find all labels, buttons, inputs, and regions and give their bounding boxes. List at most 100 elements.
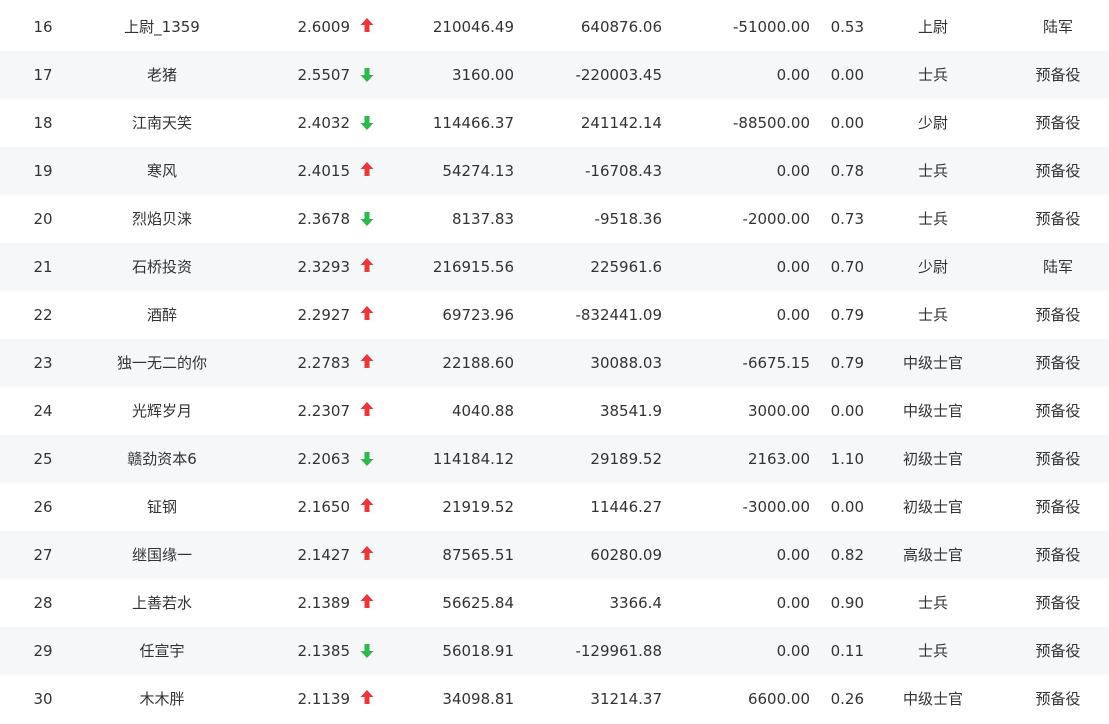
military-rank-cell: 中级士官 [902,354,963,372]
score-cell: 2.1139 [297,690,351,708]
rank-cell: 16 [33,18,53,36]
value-cell-3: -6675.15 [742,354,810,372]
trader-name[interactable]: 继国缘一 [92,531,232,579]
table-row[interactable]: 26 钲钢 2.1650 21919.52 11446.27 -3000.00 0.00 初级… [0,483,1109,531]
table-row[interactable]: 23 独一无二的你 2.2783 22188.60 30088.03 -6675.15 0.… [0,339,1109,387]
score-cell: 2.2063 [297,450,351,468]
table-row[interactable]: 27 继国缘一 2.1427 87565.51 60280.09 0.00 0.82 高级士官… [0,531,1109,579]
table-row[interactable]: 29 任宣宇 2.1385 56018.91 -129961.88 0.00 0.11 士兵 预… [0,627,1109,675]
value-cell-3: 0.00 [776,258,810,276]
table-row[interactable]: 19 寒风 2.4015 54274.13 -16708.43 0.00 0.78 士兵 预备役 [0,147,1109,195]
ratio-cell: 0.00 [830,498,864,516]
rank-cell: 30 [33,690,53,708]
score-cell: 2.3678 [297,210,351,228]
value-cell-1: 69723.96 [442,306,514,324]
value-cell-2: 3366.4 [609,594,663,612]
value-cell-1: 4040.88 [451,402,514,420]
ranking-table: 16 上尉_1359 2.6009 210046.49 640876.06 -51000.… [0,3,1109,723]
trader-name[interactable]: 独一无二的你 [92,339,232,387]
value-cell-2: 225961.6 [590,258,662,276]
rank-cell: 23 [33,354,53,372]
score-cell: 2.2307 [297,402,351,420]
score-cell: 2.5507 [297,66,351,84]
value-cell-3: 0.00 [776,306,810,324]
branch-cell: 预备役 [1035,66,1081,84]
table-row[interactable]: 20 烈焰贝涞 2.3678 8137.83 -9518.36 -2000.00 0.73 士… [0,195,1109,243]
value-cell-1: 114466.37 [432,114,514,132]
trader-name[interactable]: 赣劲资本6 [92,435,232,483]
value-cell-2: 241142.14 [580,114,662,132]
branch-cell: 预备役 [1035,354,1081,372]
ratio-cell: 0.70 [830,258,864,276]
score-cell: 2.1650 [297,498,351,516]
trader-name[interactable]: 老猪 [92,51,232,99]
value-cell-1: 114184.12 [432,450,514,468]
score-cell: 2.1427 [297,546,351,564]
military-rank-cell: 中级士官 [902,690,963,708]
table-row[interactable]: 24 光辉岁月 2.2307 4040.88 38541.9 3000.00 0.00 中级士… [0,387,1109,435]
arrow-up-icon [356,243,378,291]
ratio-cell: 0.00 [830,114,864,132]
value-cell-3: -88500.00 [733,114,810,132]
trader-name[interactable]: 烈焰贝涞 [92,195,232,243]
value-cell-2: 31214.37 [590,690,662,708]
score-cell: 2.4032 [297,114,351,132]
trader-name[interactable]: 上尉_1359 [92,3,232,51]
trader-name[interactable]: 酒醉 [92,291,232,339]
ratio-cell: 0.26 [830,690,864,708]
value-cell-3: -2000.00 [742,210,810,228]
score-cell: 2.4015 [297,162,351,180]
trader-name[interactable]: 任宣宇 [92,627,232,675]
military-rank-cell: 上尉 [917,18,948,36]
arrow-up-icon [356,147,378,195]
branch-cell: 预备役 [1035,450,1081,468]
value-cell-2: -9518.36 [594,210,662,228]
arrow-down-icon [356,51,378,99]
military-rank-cell: 初级士官 [902,498,963,516]
table-row[interactable]: 16 上尉_1359 2.6009 210046.49 640876.06 -51000.… [0,3,1109,51]
rank-cell: 18 [33,114,53,132]
ratio-cell: 0.90 [830,594,864,612]
ratio-cell: 0.82 [830,546,864,564]
military-rank-cell: 少尉 [917,114,948,132]
value-cell-1: 8137.83 [451,210,514,228]
table-row[interactable]: 25 赣劲资本6 2.2063 114184.12 29189.52 2163.00 1.1… [0,435,1109,483]
ratio-cell: 0.79 [830,354,864,372]
military-rank-cell: 士兵 [917,210,948,228]
table-row[interactable]: 28 上善若水 2.1389 56625.84 3366.4 0.00 0.90 士兵 预备役 [0,579,1109,627]
rank-cell: 28 [33,594,53,612]
trader-name[interactable]: 木木胖 [92,675,232,723]
value-cell-2: 640876.06 [580,18,662,36]
rank-cell: 24 [33,402,53,420]
trader-name[interactable]: 钲钢 [92,483,232,531]
value-cell-1: 54274.13 [442,162,514,180]
value-cell-1: 21919.52 [442,498,514,516]
trader-name[interactable]: 寒风 [92,147,232,195]
value-cell-2: -16708.43 [585,162,662,180]
value-cell-3: 6600.00 [747,690,810,708]
value-cell-1: 56018.91 [442,642,514,660]
value-cell-3: 0.00 [776,546,810,564]
military-rank-cell: 士兵 [917,306,948,324]
military-rank-cell: 士兵 [917,66,948,84]
value-cell-2: -220003.45 [575,66,662,84]
table-row[interactable]: 18 江南天笑 2.4032 114466.37 241142.14 -88500.00 0… [0,99,1109,147]
value-cell-1: 210046.49 [432,18,514,36]
trader-name[interactable]: 光辉岁月 [92,387,232,435]
branch-cell: 预备役 [1035,162,1081,180]
table-row[interactable]: 30 木木胖 2.1139 34098.81 31214.37 6600.00 0.26 中级… [0,675,1109,723]
table-row[interactable]: 22 酒醉 2.2927 69723.96 -832441.09 0.00 0.79 士兵 预备… [0,291,1109,339]
trader-name[interactable]: 石桥投资 [92,243,232,291]
rank-cell: 19 [33,162,53,180]
ratio-cell: 0.00 [830,402,864,420]
trader-name[interactable]: 江南天笑 [92,99,232,147]
branch-cell: 预备役 [1035,642,1081,660]
branch-cell: 预备役 [1035,114,1081,132]
table-row[interactable]: 21 石桥投资 2.3293 216915.56 225961.6 0.00 0.70 少尉 陆… [0,243,1109,291]
branch-cell: 预备役 [1035,594,1081,612]
military-rank-cell: 少尉 [917,258,948,276]
trader-name[interactable]: 上善若水 [92,579,232,627]
table-row[interactable]: 17 老猪 2.5507 3160.00 -220003.45 0.00 0.00 士兵 预备役 [0,51,1109,99]
arrow-up-icon [356,3,378,51]
value-cell-2: 30088.03 [590,354,662,372]
